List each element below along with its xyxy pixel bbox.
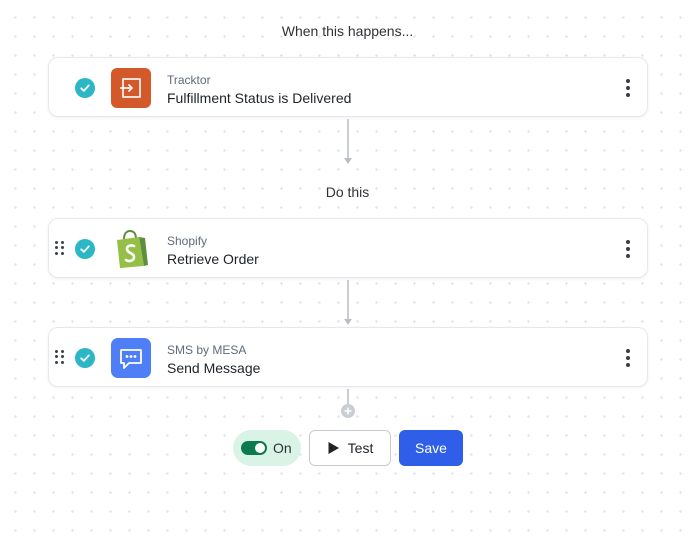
connector-arrow	[344, 280, 352, 325]
save-button[interactable]: Save	[399, 430, 463, 466]
shopify-bag-icon	[111, 229, 151, 269]
step-action-name: Send Message	[167, 360, 261, 376]
drag-handle-icon[interactable]	[55, 241, 65, 255]
more-options-icon[interactable]	[625, 79, 631, 97]
step-card-sms[interactable]: SMS by MESA Send Message	[48, 327, 648, 387]
step-app-name: Shopify	[167, 234, 208, 248]
trigger-section-label: When this happens...	[281, 23, 414, 39]
step-action-name: Fulfillment Status is Delivered	[167, 90, 352, 106]
toggle-label: On	[273, 440, 292, 456]
step-app-name: Tracktor	[167, 73, 211, 87]
action-section-label: Do this	[325, 184, 370, 200]
check-circle-icon	[75, 78, 95, 98]
connector-arrow	[344, 119, 352, 164]
step-app-name: SMS by MESA	[167, 343, 247, 357]
more-options-icon[interactable]	[625, 349, 631, 367]
check-circle-icon	[75, 239, 95, 259]
on-off-toggle[interactable]: On	[233, 430, 301, 466]
more-options-icon[interactable]	[625, 240, 631, 258]
step-action-name: Retrieve Order	[167, 251, 259, 267]
check-circle-icon	[75, 348, 95, 368]
toggle-switch-icon	[241, 441, 267, 455]
step-card-shopify[interactable]: Shopify Retrieve Order	[48, 218, 648, 278]
step-card-trigger[interactable]: Tracktor Fulfillment Status is Delivered	[48, 57, 648, 117]
sms-chat-bubble-icon	[111, 338, 151, 378]
test-button[interactable]: Test	[309, 430, 391, 466]
play-icon	[328, 442, 339, 454]
drag-handle-icon[interactable]	[55, 350, 65, 364]
test-button-label: Test	[347, 440, 374, 456]
add-step-icon[interactable]	[340, 403, 356, 419]
tracktor-app-icon	[111, 68, 151, 108]
